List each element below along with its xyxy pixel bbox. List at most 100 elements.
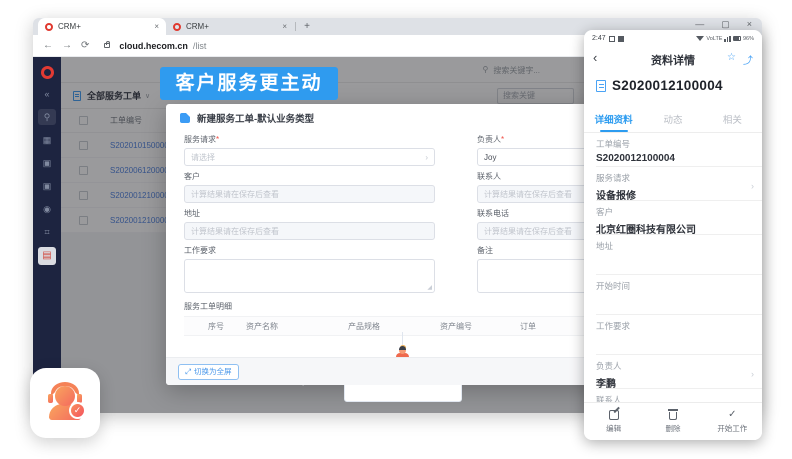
- customer-support-fab[interactable]: ✓: [30, 368, 100, 438]
- field-label: 地址: [596, 240, 748, 252]
- tab-details[interactable]: 详细资料: [584, 108, 643, 132]
- phone-mockup: 2:47 VoLTE 96% ‹ 资料详情 ☆ ⤴ S2020012100004…: [584, 30, 762, 440]
- phone-nav-bar: ‹ 资料详情 ☆ ⤴: [584, 45, 762, 71]
- service-module-icon[interactable]: ▤: [38, 247, 56, 265]
- org-icon[interactable]: ▦: [38, 132, 56, 148]
- address-input: 计算结果请在保存后查看: [184, 222, 435, 240]
- volte-label: VoLTE: [706, 36, 722, 42]
- record-id: S2020012100004: [612, 78, 723, 93]
- chevron-right-icon: ›: [425, 153, 428, 162]
- collapse-sidebar-icon[interactable]: «: [38, 86, 56, 102]
- scan-icon[interactable]: ⌗: [38, 224, 56, 240]
- field-work-requirement: 工作要求: [596, 315, 762, 355]
- field-order-no: 工单编号 S2020012100004: [596, 133, 762, 167]
- maximize-button[interactable]: ▢: [721, 19, 730, 30]
- url-input[interactable]: cloud.hecom.cn/list: [119, 41, 206, 51]
- document-icon: [596, 80, 606, 92]
- field-label: 工单编号: [596, 138, 748, 150]
- field-address: 地址: [596, 235, 762, 275]
- signal-icon: [724, 36, 731, 42]
- customer-input: 计算结果请在保存后查看: [184, 185, 435, 203]
- owner-value: Joy: [484, 153, 496, 162]
- field-label: 客户: [596, 206, 748, 218]
- field-customer: 客户 计算结果请在保存后查看: [184, 171, 435, 203]
- tab-related[interactable]: 相关: [703, 108, 762, 132]
- tab-close-icon[interactable]: ×: [154, 22, 159, 31]
- minimize-button[interactable]: —: [695, 19, 704, 30]
- detail-column: 序号: [184, 321, 246, 332]
- url-host: cloud.hecom.cn: [119, 41, 188, 51]
- phone-status-bar: 2:47 VoLTE 96%: [592, 33, 754, 44]
- promo-banner: 客户服务更主动: [160, 67, 338, 100]
- phone-action-bar: 编辑 删除 ✓ 开始工作: [584, 402, 762, 440]
- action-label: 删除: [643, 423, 702, 434]
- field-value: [596, 335, 748, 348]
- screenshot-stage: CRM+ × CRM+ × + — ▢ × ← → ⟳ cloud.hecom.…: [0, 0, 792, 459]
- check-icon: ✓: [703, 408, 762, 421]
- field-owner[interactable]: 负责人 李鹏 ›: [596, 355, 762, 389]
- delete-action[interactable]: 删除: [643, 403, 702, 440]
- phone-tabs: 详细资料 动态 相关: [584, 108, 762, 132]
- field-work-requirement: 工作要求 ◢: [184, 245, 435, 293]
- window-controls: — ▢ ×: [695, 19, 752, 30]
- field-label: 工作要求: [596, 320, 748, 332]
- fullscreen-label: 切换为全屏: [194, 366, 232, 377]
- status-time: 2:47: [592, 35, 606, 42]
- field-value: 北京红圈科技有限公司: [596, 221, 748, 236]
- select-placeholder: 请选择: [191, 152, 215, 163]
- new-tab-button[interactable]: +: [301, 21, 313, 33]
- field-customer: 客户 北京红圈科技有限公司: [596, 201, 762, 235]
- share-icon[interactable]: ⤴: [743, 52, 753, 67]
- fullscreen-toggle-button[interactable]: ⤢ 切换为全屏: [178, 364, 239, 380]
- field-label: 地址: [184, 208, 435, 219]
- field-label: 负责人: [477, 135, 501, 144]
- field-label: 服务请求: [184, 135, 216, 144]
- tab-activity[interactable]: 动态: [643, 108, 702, 132]
- record-id-row: S2020012100004: [596, 78, 723, 93]
- trash-icon: [669, 412, 677, 420]
- detail-column: 产品规格: [348, 321, 440, 332]
- edit-action[interactable]: 编辑: [584, 403, 643, 440]
- edit-icon: [609, 410, 619, 420]
- tab-close-icon[interactable]: ×: [282, 22, 287, 31]
- battery-percent: 96%: [743, 36, 754, 42]
- back-icon[interactable]: ←: [43, 40, 53, 51]
- chevron-right-icon: ›: [751, 181, 754, 191]
- modal-title: 新建服务工单-默认业务类型: [197, 111, 314, 125]
- tab-separator: [295, 22, 296, 31]
- field-start-time: 开始时间: [596, 275, 762, 315]
- required-mark: *: [501, 135, 504, 144]
- notification-icon: [609, 36, 615, 42]
- close-button[interactable]: ×: [747, 19, 752, 30]
- app-icon[interactable]: ▣: [38, 155, 56, 171]
- required-mark: *: [216, 135, 219, 144]
- field-service-request: 服务请求* 请选择 ›: [184, 134, 435, 166]
- workorder-flag-icon: [180, 113, 190, 123]
- browser-tab-1[interactable]: CRM+ ×: [38, 18, 166, 35]
- tab-title: CRM+: [58, 22, 149, 31]
- hecom-logo-icon: [41, 66, 54, 79]
- star-icon[interactable]: ☆: [727, 52, 736, 63]
- crm-favicon: [173, 23, 181, 31]
- detail-section-label: 服务工单明细: [184, 301, 232, 312]
- field-value: S2020012100004: [596, 153, 748, 166]
- globe-icon[interactable]: ◉: [38, 201, 56, 217]
- search-icon[interactable]: ⚲: [38, 109, 56, 125]
- field-value: 设备报修: [596, 187, 748, 202]
- field-value: [596, 295, 748, 308]
- work-requirement-textarea[interactable]: ◢: [184, 259, 435, 293]
- wifi-icon: [696, 36, 704, 41]
- detail-column: 订单: [520, 321, 586, 332]
- field-value: [596, 255, 748, 268]
- reload-icon[interactable]: ⟳: [81, 40, 89, 51]
- browser-tab-2[interactable]: CRM+ ×: [166, 18, 294, 35]
- forward-icon[interactable]: →: [62, 40, 72, 51]
- resize-handle-icon[interactable]: ◢: [427, 284, 432, 291]
- support-agent-icon: ✓: [47, 382, 83, 422]
- app-icon[interactable]: ▣: [38, 178, 56, 194]
- start-work-action[interactable]: ✓ 开始工作: [703, 403, 762, 440]
- expand-icon: ⤢: [185, 367, 191, 377]
- field-service-request[interactable]: 服务请求 设备报修 ›: [596, 167, 762, 201]
- service-request-select[interactable]: 请选择 ›: [184, 148, 435, 166]
- detail-column: 资产名称: [246, 321, 348, 332]
